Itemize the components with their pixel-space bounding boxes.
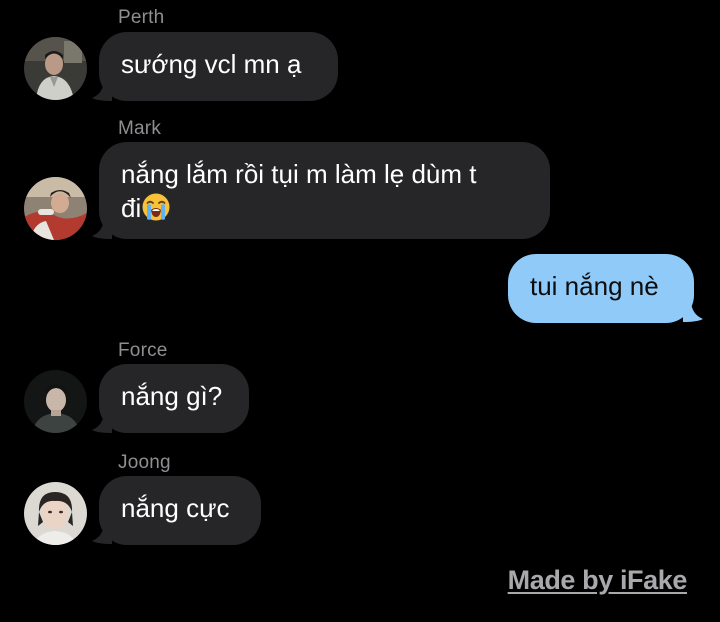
message-bubble[interactable]: nắng lắm rồi tụi m làm lẹ dùm t đi xyxy=(99,142,550,239)
message-bubble[interactable]: tui nắng nè xyxy=(508,254,694,323)
message-text: nắng gì? xyxy=(121,381,223,411)
message-text: đi xyxy=(121,193,142,223)
avatar[interactable] xyxy=(24,370,87,433)
sender-name: Perth xyxy=(118,7,165,28)
message-text: nắng cực xyxy=(121,493,230,523)
message-bubble[interactable]: nắng gì? xyxy=(99,364,249,433)
watermark-link[interactable]: Made by iFake xyxy=(508,565,688,596)
avatar[interactable] xyxy=(24,177,87,240)
avatar-photo-force xyxy=(24,370,87,433)
avatar-photo-perth xyxy=(24,37,87,100)
loudly-crying-face-icon xyxy=(141,192,171,222)
avatar[interactable] xyxy=(24,482,87,545)
sender-name: Force xyxy=(118,340,168,361)
sender-name: Joong xyxy=(118,452,171,473)
avatar[interactable] xyxy=(24,37,87,100)
message-bubble[interactable]: sướng vcl mn ạ xyxy=(99,32,338,101)
message-text: tui nắng nè xyxy=(530,271,659,301)
message-text-line-2: đi xyxy=(121,191,528,225)
sender-name: Mark xyxy=(118,118,162,139)
message-bubble[interactable]: nắng cực xyxy=(99,476,261,545)
message-text-line: nắng lắm rồi tụi m làm lẹ dùm t xyxy=(121,159,477,189)
avatar-photo-joong xyxy=(24,482,87,545)
message-text: sướng vcl mn ạ xyxy=(121,49,302,79)
avatar-photo-mark xyxy=(24,177,87,240)
